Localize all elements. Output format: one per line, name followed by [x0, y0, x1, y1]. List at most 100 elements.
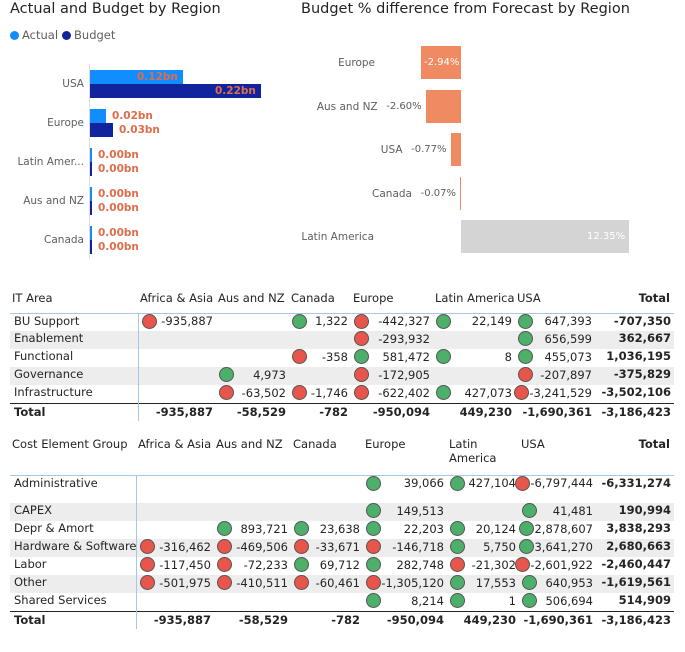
cost-row-depr-amort[interactable]: Depr & Amort 893,721 23,638 22,203 20,124 2,8… [10, 521, 674, 539]
cost-header-total[interactable]: Total [596, 437, 674, 476]
bar-budget-europe[interactable] [90, 123, 113, 137]
it-cell: 8 [433, 349, 515, 367]
red-indicator-icon [514, 385, 530, 400]
cost-cell-content: -410,511 [217, 575, 288, 590]
it-cell: 427,073 [433, 385, 515, 403]
it-cell: -293,932 [351, 331, 433, 349]
it-header-africa-asia[interactable]: Africa & Asia [138, 291, 216, 314]
data-label-budget-latin-amer: 0.00bn [98, 163, 139, 175]
cost-total-value: -1,690,361 [519, 610, 596, 629]
it-header-total[interactable]: Total [595, 291, 674, 314]
bar-budget-aus-and-nz[interactable] [90, 201, 92, 215]
cost-cell [214, 593, 291, 611]
it-header-aus-nz[interactable]: Aus and NZ [216, 291, 289, 314]
cost-header-canada[interactable]: Canada [291, 437, 363, 476]
it-row-total: -707,350 [613, 313, 671, 328]
it-row-functional[interactable]: Functional -358 581,472 8 455,073 1,036,195 [10, 349, 674, 367]
it-header-europe[interactable]: Europe [351, 291, 433, 314]
chart-legend[interactable]: Actual Budget [10, 28, 119, 42]
cost-cell: 41,481 [519, 503, 596, 521]
cost-cell-content: -6,797,444 [515, 475, 593, 491]
legend-budget[interactable]: Budget [62, 28, 115, 42]
it-row-bu-support[interactable]: BU Support -935,887 1,322 -442,327 22,149 647… [10, 313, 674, 331]
cost-row-label: CAPEX [10, 503, 137, 521]
cost-row-other[interactable]: Other -501,975 -410,511 -60,461 -1,305,120 17… [10, 575, 674, 593]
green-indicator-icon [518, 349, 533, 364]
bar-actual-europe[interactable] [90, 109, 106, 123]
diff-bar-usa[interactable] [450, 133, 461, 166]
cost-element-matrix[interactable]: Cost Element Group Africa & Asia Aus and… [10, 437, 674, 629]
it-cell-value: 1,322 [315, 314, 348, 328]
category-label-usa: USA [62, 78, 84, 90]
bar-budget-latin-amer[interactable] [90, 162, 92, 176]
it-cell-content: -172,905 [354, 367, 430, 382]
cost-header-aus-nz[interactable]: Aus and NZ [214, 437, 291, 476]
cost-cell [291, 503, 363, 521]
diff-category-aus-and-nz: Aus and NZ [316, 100, 378, 113]
it-cell-content: 581,472 [354, 349, 430, 364]
cost-cell-content: -1,305,120 [366, 575, 444, 590]
diff-bar-canada[interactable] [460, 176, 461, 210]
it-total-value: -950,094 [351, 402, 433, 421]
cost-row-hardware-software[interactable]: Hardware & Software -316,462 -469,506 -33,6… [10, 539, 674, 557]
it-header-canada[interactable]: Canada [289, 291, 351, 314]
bar-budget-canada[interactable] [90, 240, 92, 254]
cost-cell-value: 5,750 [483, 539, 516, 554]
cost-row-shared-services[interactable]: Shared Services 8,214 1 506,694 514,909 [10, 593, 674, 611]
category-label-europe: Europe [47, 117, 84, 129]
cost-cell-value: -21,302 [471, 557, 516, 572]
bar-actual-canada[interactable] [90, 226, 92, 240]
it-cell-value: -622,402 [378, 385, 430, 400]
it-header-it-area[interactable]: IT Area [10, 291, 138, 314]
it-cell [138, 349, 216, 367]
cost-cell-value: -1,305,120 [381, 575, 444, 590]
category-label-latin-amer: Latin Amer... [17, 156, 84, 168]
cost-cell: 69,712 [291, 557, 363, 575]
legend-actual-dot [10, 30, 19, 40]
it-cell-content: 656,599 [518, 331, 592, 346]
cost-cell-value: 20,124 [475, 521, 516, 536]
it-row-total: 362,667 [595, 331, 674, 349]
cost-cell-value: -2,601,922 [530, 557, 593, 572]
cost-header-latin-america[interactable]: Latin America [447, 437, 519, 476]
cost-row-total: -2,460,447 [601, 557, 671, 571]
it-total-label: Total [10, 402, 139, 421]
it-header-usa[interactable]: USA [515, 291, 595, 314]
it-header-latin-america[interactable]: Latin America [433, 291, 515, 314]
legend-actual[interactable]: Actual [10, 28, 58, 42]
green-indicator-icon [450, 593, 465, 608]
it-row-enablement[interactable]: Enablement -293,932 656,599 362,667 [10, 331, 674, 349]
cost-row-label: Depr & Amort [10, 521, 137, 539]
cost-cell-content: 17,553 [450, 575, 516, 590]
cost-cell-content: 3,641,270 [519, 539, 593, 554]
cost-header-africa-asia[interactable]: Africa & Asia [136, 437, 214, 476]
it-row-governance[interactable]: Governance 4,973 -172,905 -207,897 -375,829 [10, 367, 674, 385]
cost-cell-content: -469,506 [217, 539, 288, 554]
it-area-matrix[interactable]: IT Area Africa & Asia Aus and NZ Canada … [10, 291, 674, 421]
cost-header-usa[interactable]: USA [519, 437, 596, 476]
cost-header-europe[interactable]: Europe [363, 437, 447, 476]
cost-cell [136, 475, 214, 503]
it-cell-content: -358 [292, 349, 348, 364]
red-indicator-icon [139, 575, 155, 590]
red-indicator-icon [141, 313, 157, 329]
it-row-infrastructure[interactable]: Infrastructure -63,502 -1,746 -622,402 427,0… [10, 385, 674, 403]
cost-row-capex[interactable]: CAPEX 149,513 41,481 190,994 [10, 503, 674, 521]
diff-bar-aus-and-nz[interactable] [425, 89, 461, 123]
green-indicator-icon [450, 475, 465, 491]
bar-actual-aus-and-nz[interactable] [90, 187, 92, 201]
it-cell: -442,327 [351, 313, 433, 331]
data-label-budget-aus-and-nz: 0.00bn [98, 202, 139, 214]
green-indicator-icon [436, 349, 451, 364]
cost-row-administrative[interactable]: Administrative 39,066 427,104 -6,797,444 -6,… [10, 475, 674, 503]
it-grand-total: -3,186,423 [595, 402, 674, 421]
green-indicator-icon [354, 349, 369, 364]
it-row-total: -3,502,106 [601, 385, 671, 399]
cost-row-labor[interactable]: Labor -117,450 -72,233 69,712 282,748 -21,302… [10, 557, 674, 575]
it-cell-value: 581,472 [382, 349, 430, 364]
bar-actual-latin-amer[interactable] [90, 148, 92, 162]
cost-cell-content: -146,718 [366, 539, 444, 554]
cost-cell-content: 640,953 [522, 575, 593, 590]
it-cell-value: 4,973 [253, 367, 286, 382]
cost-header-group[interactable]: Cost Element Group [10, 437, 136, 476]
